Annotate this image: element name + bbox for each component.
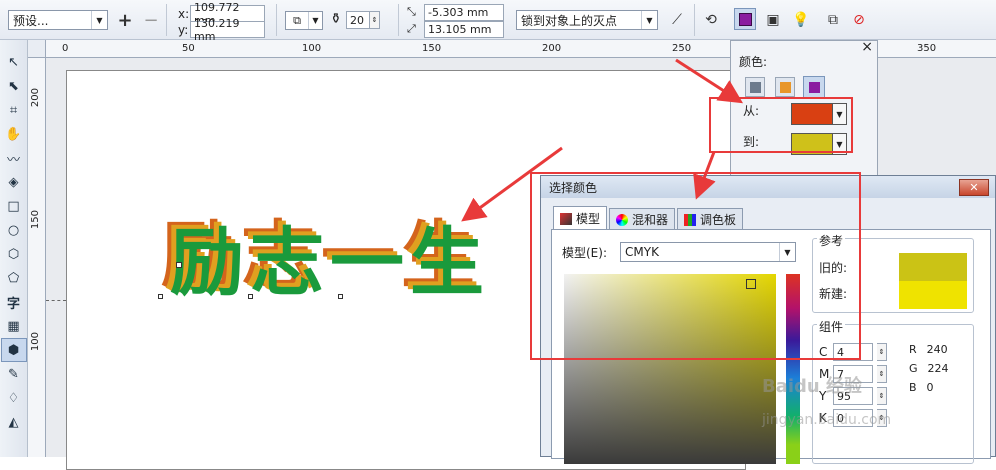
watermark-url: jingyan.baidu.com: [762, 412, 892, 428]
annotation-arrow: [461, 146, 563, 222]
watermark-logo: Baidu 经验: [762, 376, 863, 397]
annotation-arrow: [693, 151, 716, 200]
annotation-arrow: [675, 58, 744, 104]
